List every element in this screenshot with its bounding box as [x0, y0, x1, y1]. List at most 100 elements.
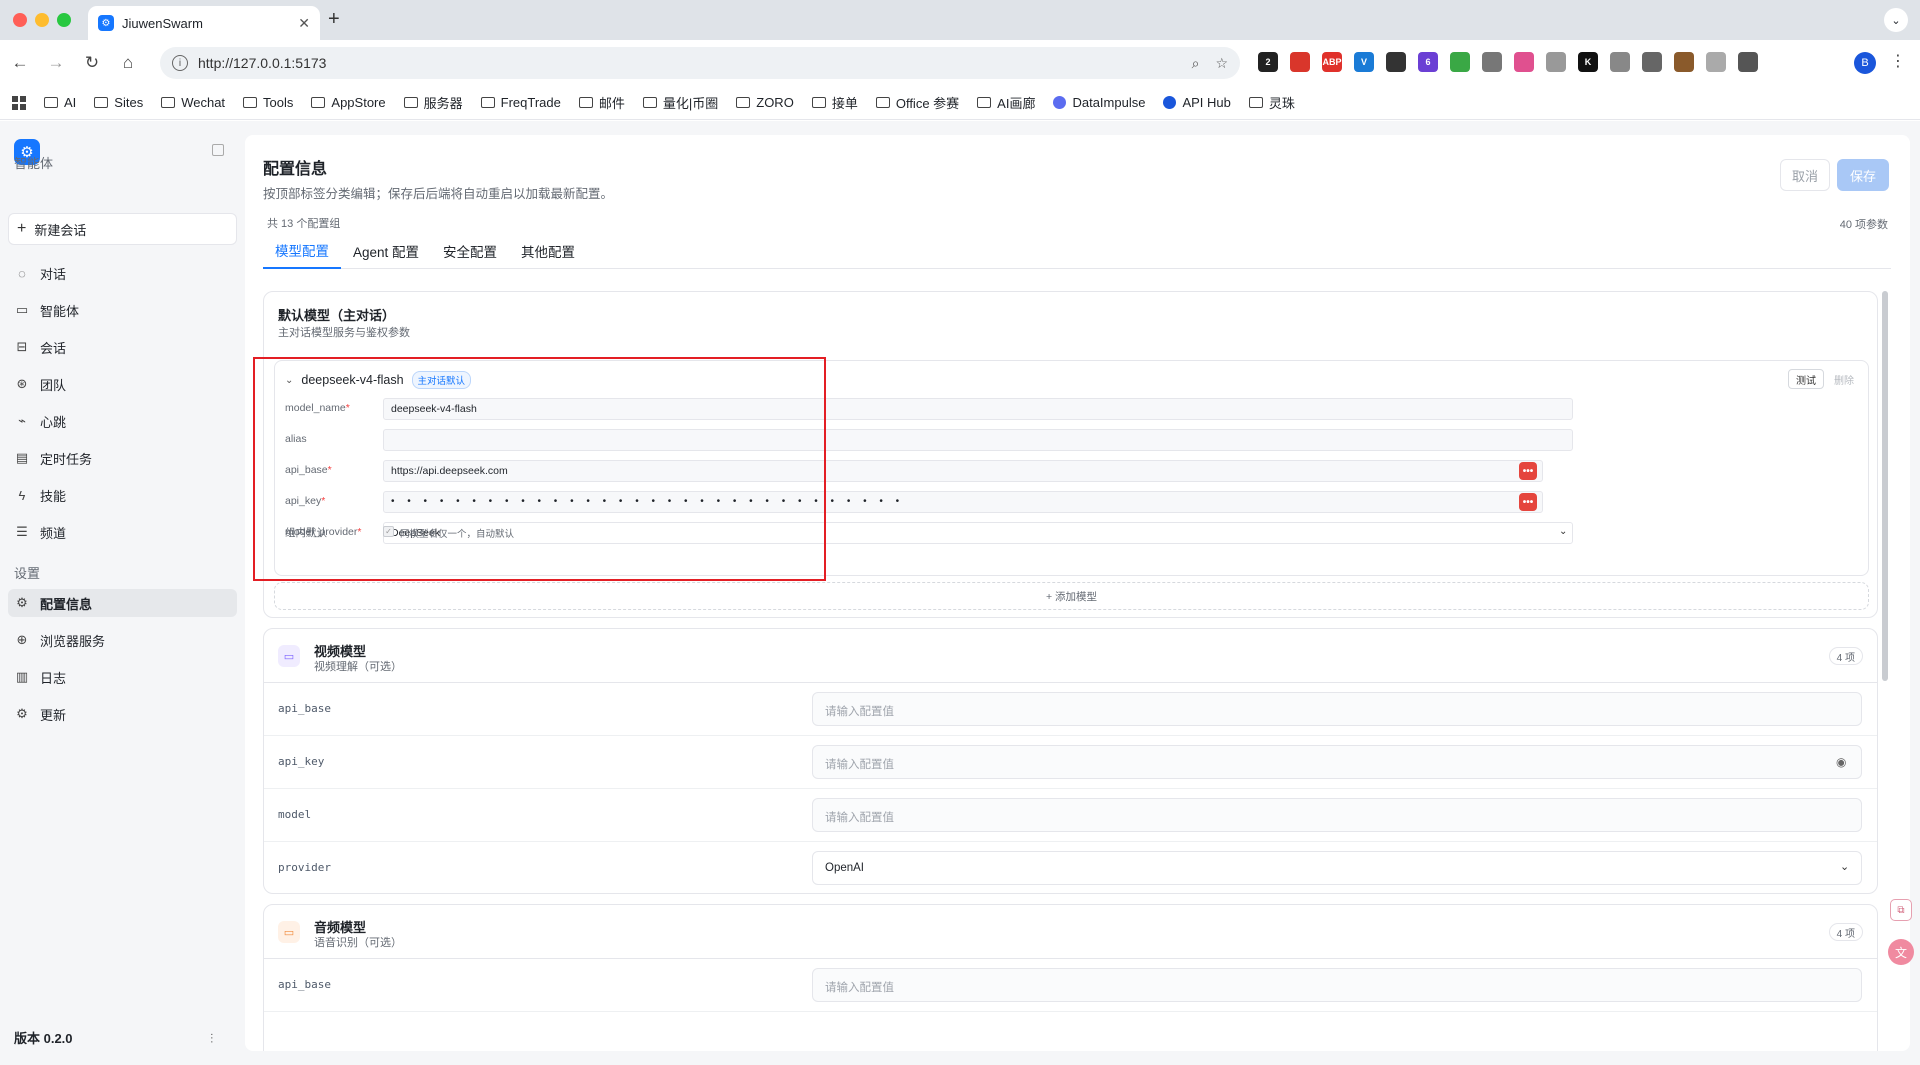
bookmark-0[interactable]: AI [44, 95, 76, 110]
tab-0[interactable]: 模型配置 [263, 233, 341, 269]
bookmark-1[interactable]: Sites [94, 95, 143, 110]
site-info-icon[interactable]: i [172, 55, 188, 71]
delete-model-button[interactable]: 删除 [1834, 372, 1854, 387]
add-model-button[interactable]: + 添加模型 [274, 582, 1869, 610]
bookmark-8[interactable]: 量化|币圈 [642, 93, 718, 112]
sidebar-item-items-3[interactable]: ⊛ 团队 [8, 370, 237, 398]
floating-tool-icon[interactable]: ⧉ [1890, 899, 1912, 921]
sidebar-item-items-6[interactable]: ϟ 技能 [8, 481, 237, 509]
address-bar[interactable]: i http://127.0.0.1:5173 ⌕ ☆ [160, 47, 1240, 79]
tab-3[interactable]: 其他配置 [509, 233, 587, 269]
back-arrow-icon[interactable]: ← [4, 53, 36, 73]
close-tab-icon[interactable]: ✕ [298, 15, 310, 32]
sidebar-item-items-2[interactable]: ⊟ 会话 [8, 333, 237, 361]
ext-purple-icon[interactable]: 6 [1418, 52, 1438, 72]
bookmark-3[interactable]: Tools [243, 95, 293, 110]
alias-input[interactable] [383, 429, 1573, 451]
ext-v-icon[interactable]: V [1354, 52, 1374, 72]
model-entry-header[interactable]: ⌄ deepseek-v4-flash 主对话默认 [285, 371, 472, 389]
tab-2[interactable]: 安全配置 [431, 233, 509, 269]
zoom-icon[interactable]: ⌕ [1192, 55, 1200, 72]
new-chat-button[interactable]: + 新建会话 [8, 213, 237, 245]
home-icon[interactable]: ⌂ [112, 53, 144, 73]
bookmark-10[interactable]: 接单 [811, 93, 858, 112]
reload-icon[interactable]: ↻ [76, 53, 108, 73]
apps-grid-icon[interactable] [12, 95, 26, 110]
bookmark-11[interactable]: Office 参赛 [875, 93, 959, 112]
ext-circle-icon[interactable] [1642, 52, 1662, 72]
sidebar-item-settings_items-3[interactable]: ⚙ 更新 [8, 700, 237, 728]
adblock-icon[interactable]: ABP [1322, 52, 1342, 72]
minimize-window-button[interactable] [35, 13, 49, 27]
browser-menu-icon[interactable]: ⋮ [1890, 51, 1906, 71]
ext-camera-icon[interactable] [1610, 52, 1630, 72]
ext-pink-icon[interactable] [1514, 52, 1534, 72]
more-dots-icon[interactable]: ••• [1519, 462, 1537, 480]
bookmark-15[interactable]: 灵珠 [1248, 93, 1295, 112]
browser-tab[interactable]: ⚙ JiuwenSwarm ✕ [88, 6, 320, 40]
model-entry-name: deepseek-v4-flash [301, 373, 404, 387]
ext-badge-icon[interactable]: 2 [1258, 52, 1278, 72]
tab-1[interactable]: Agent 配置 [341, 233, 431, 269]
sidebar-item-settings_items-1[interactable]: ⊕ 浏览器服务 [8, 626, 237, 654]
api-key-input[interactable]: • • • • • • • • • • • • • • • • • • • • … [383, 491, 1543, 513]
sidebar-item-settings_items-2[interactable]: ▥ 日志 [8, 663, 237, 691]
tab-search-chevron-icon[interactable]: ⌄ [1884, 8, 1908, 32]
video_model-model-input[interactable]: 请输入配置值 [812, 798, 1862, 832]
test-model-button[interactable]: 测试 [1788, 369, 1824, 389]
bookmark-4[interactable]: AppStore [311, 95, 386, 110]
required-mark: * [345, 402, 350, 414]
sidebar-item-settings_items-0[interactable]: ⚙ 配置信息 [8, 589, 237, 617]
eye-icon[interactable]: ◉ [1836, 755, 1865, 769]
group-default-checkbox[interactable]: ✓ [383, 526, 394, 537]
video_model-provider-select[interactable]: OpenAI [812, 851, 1862, 885]
sidebar-item-items-0[interactable]: ◌ 对话 [8, 259, 237, 287]
sidebar-item-items-1[interactable]: ▭ 智能体 [8, 296, 237, 324]
extensions-puzzle-icon[interactable] [1738, 52, 1758, 72]
bookmark-7[interactable]: 邮件 [578, 93, 625, 112]
ext-gray-v-icon[interactable] [1546, 52, 1566, 72]
folder-icon [811, 97, 826, 108]
content-scrollbar[interactable] [1882, 291, 1888, 681]
maximize-window-button[interactable] [57, 13, 71, 27]
ext-grid-icon[interactable] [1450, 52, 1470, 72]
chevron-down-icon[interactable]: ⌄ [285, 375, 293, 386]
bookmark-12[interactable]: AI画廊 [977, 93, 1035, 112]
floating-translate-icon[interactable]: 文 [1888, 939, 1914, 965]
api-base-input[interactable]: https://api.deepseek.com [383, 460, 1543, 482]
url-text[interactable]: http://127.0.0.1:5173 [198, 55, 1176, 71]
forward-arrow-icon[interactable]: → [40, 53, 72, 73]
field-key: api_key [285, 495, 322, 507]
new-tab-icon[interactable]: + [328, 8, 340, 31]
sidebar-item-items-4[interactable]: ⌁ 心跳 [8, 407, 237, 435]
ext-doc-icon[interactable] [1706, 52, 1726, 72]
model-name-input[interactable]: deepseek-v4-flash [383, 398, 1573, 420]
bookmark-14[interactable]: API Hub [1163, 95, 1231, 110]
ext-chat-icon[interactable] [1482, 52, 1502, 72]
save-button[interactable]: 保存 [1837, 159, 1889, 191]
ext-k-icon[interactable]: K [1578, 52, 1598, 72]
bookmark-2[interactable]: Wechat [161, 95, 225, 110]
more-dots-icon[interactable]: ••• [1519, 493, 1537, 511]
bookmark-6[interactable]: FreqTrade [480, 95, 561, 110]
bookmark-9[interactable]: ZORO [736, 95, 794, 110]
close-window-button[interactable] [13, 13, 27, 27]
audio_model-api_base-input[interactable]: 请输入配置值 [812, 968, 1862, 1002]
video_model-api_key-input[interactable]: 请输入配置值 [812, 745, 1862, 779]
cancel-button[interactable]: 取消 [1780, 159, 1830, 191]
sidebar-item-items-7[interactable]: ☰ 频道 [8, 518, 237, 546]
ext-red-icon[interactable] [1290, 52, 1310, 72]
profile-avatar[interactable]: B [1854, 52, 1876, 74]
ext-dark-icon[interactable] [1386, 52, 1406, 72]
sidebar-item-items-5[interactable]: ▤ 定时任务 [8, 444, 237, 472]
bookmark-star-icon[interactable]: ☆ [1215, 55, 1228, 72]
bookmark-13[interactable]: DataImpulse [1053, 95, 1145, 110]
video_model-api_base-input[interactable]: 请输入配置值 [812, 692, 1862, 726]
chevron-down-icon[interactable]: ⌄ [1840, 860, 1867, 873]
bookmark-5[interactable]: 服务器 [403, 93, 463, 112]
sliders-icon[interactable]: ⫶ [210, 1031, 213, 1047]
page-title: 配置信息 [263, 161, 328, 178]
sidebar-collapse-icon[interactable] [212, 144, 224, 156]
ext-cookie-icon[interactable] [1674, 52, 1694, 72]
site-favicon-icon [1163, 96, 1177, 109]
